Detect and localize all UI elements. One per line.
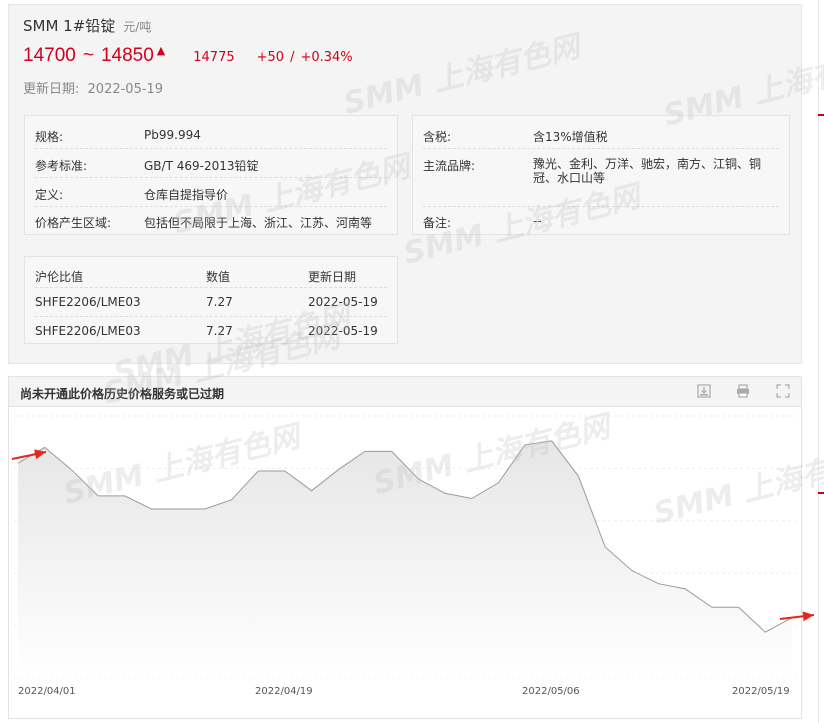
fullscreen-icon[interactable]	[775, 384, 791, 400]
spec-row: 含税: 含13%增值税	[423, 120, 779, 149]
ratio-header: 沪伦比值	[35, 270, 84, 284]
chart-title: 尚未开通此价格历史价格服务或已过期	[20, 387, 225, 401]
x-axis-label: 2022/05/06	[522, 686, 580, 697]
spec-row: 定义: 仓库自提指导价	[35, 177, 387, 207]
specs-box-right: 含税: 含13%增值税 主流品牌: 豫光、金利、万洋、驰宏，南方、江铜、铜 冠、…	[412, 115, 790, 235]
spec-value: 仓库自提指导价	[144, 188, 229, 202]
value-cell: 7.27	[206, 295, 233, 309]
change-separator: /	[290, 50, 295, 65]
ratio-cell: SHFE2206/LME03	[35, 295, 141, 309]
right-scroll-edge	[818, 0, 824, 723]
update-date-label: 更新日期:	[23, 82, 80, 97]
ratio-table: 沪伦比值 数值 更新日期 SHFE2206/LME03 7.27 2022-05…	[24, 256, 398, 344]
date-header: 更新日期	[308, 270, 357, 284]
price-tilde: ~	[82, 45, 94, 66]
average-price: 14775	[193, 50, 235, 65]
price-high: 14850	[100, 45, 154, 66]
price-low: 14700	[23, 45, 76, 66]
product-name: SMM 1#铅锭	[23, 17, 116, 35]
spec-key: 定义:	[35, 188, 64, 202]
price-unit: 元/吨	[123, 20, 152, 34]
chart-header: 尚未开通此价格历史价格服务或已过期	[9, 377, 801, 407]
brands-line-2: 冠、水口山等	[533, 171, 606, 185]
spec-value: Pb99.994	[144, 128, 201, 142]
print-icon[interactable]	[735, 384, 751, 400]
right-edge-marker	[818, 492, 824, 494]
x-axis-label: 2022/04/19	[255, 686, 313, 697]
date-cell: 2022-05-19	[308, 324, 378, 338]
spec-value: --	[533, 214, 542, 228]
spec-row: 备注: --	[423, 206, 779, 234]
spec-value: 包括但不局限于上海、浙江、江苏、河南等	[144, 216, 373, 230]
spec-row: 价格产生区域: 包括但不局限于上海、浙江、江苏、河南等	[35, 206, 387, 234]
table-row: SHFE2206/LME03 7.27 2022-05-19	[35, 316, 387, 344]
price-row: 14700 ~ 14850 ▲ 14775 +50 / +0.34%	[23, 44, 353, 67]
spec-key: 价格产生区域:	[35, 216, 112, 230]
value-header: 数值	[206, 270, 231, 284]
spec-key: 主流品牌:	[423, 159, 476, 173]
spec-key: 参考标准:	[35, 159, 88, 173]
date-cell: 2022-05-19	[308, 295, 378, 309]
spec-row: 参考标准: GB/T 469-2013铅锭	[35, 148, 387, 178]
specs-box-left: 规格: Pb99.994 参考标准: GB/T 469-2013铅锭 定义: 仓…	[24, 115, 398, 235]
price-history-chart-panel: 尚未开通此价格历史价格服务或已过期	[8, 376, 802, 719]
spec-value: 豫光、金利、万洋、驰宏，南方、江铜、铜 冠、水口山等	[533, 157, 771, 185]
spec-key: 含税:	[423, 130, 452, 144]
x-axis-label: 2022/04/01	[18, 686, 76, 697]
price-change-percent: +0.34%	[300, 50, 353, 65]
value-cell: 7.27	[206, 324, 233, 338]
download-icon[interactable]	[696, 384, 712, 400]
spec-row: 规格: Pb99.994	[35, 120, 387, 149]
update-date-value: 2022-05-19	[87, 82, 164, 97]
spec-key: 备注:	[423, 216, 452, 230]
ratio-cell: SHFE2206/LME03	[35, 324, 141, 338]
product-title: SMM 1#铅锭 元/吨	[23, 15, 151, 36]
spec-value: 含13%增值税	[533, 130, 608, 144]
trend-up-icon: ▲	[156, 44, 166, 57]
price-change: +50	[256, 50, 285, 65]
end-arrow-head	[802, 611, 814, 622]
x-axis-label: 2022/05/19	[732, 686, 790, 697]
price-info-panel: SMM 1#铅锭 元/吨 14700 ~ 14850 ▲ 14775 +50 / …	[8, 4, 802, 364]
right-edge-marker	[818, 114, 824, 116]
spec-row: 主流品牌: 豫光、金利、万洋、驰宏，南方、江铜、铜 冠、水口山等	[423, 148, 779, 207]
update-date-row: 更新日期: 2022-05-19	[23, 78, 163, 97]
table-row: SHFE2206/LME03 7.27 2022-05-19	[35, 287, 387, 317]
spec-key: 规格:	[35, 130, 64, 144]
brands-line-1: 豫光、金利、万洋、驰宏，南方、江铜、铜	[533, 157, 762, 171]
spec-value: GB/T 469-2013铅锭	[144, 159, 259, 173]
ratio-table-header: 沪伦比值 数值 更新日期	[35, 259, 387, 288]
